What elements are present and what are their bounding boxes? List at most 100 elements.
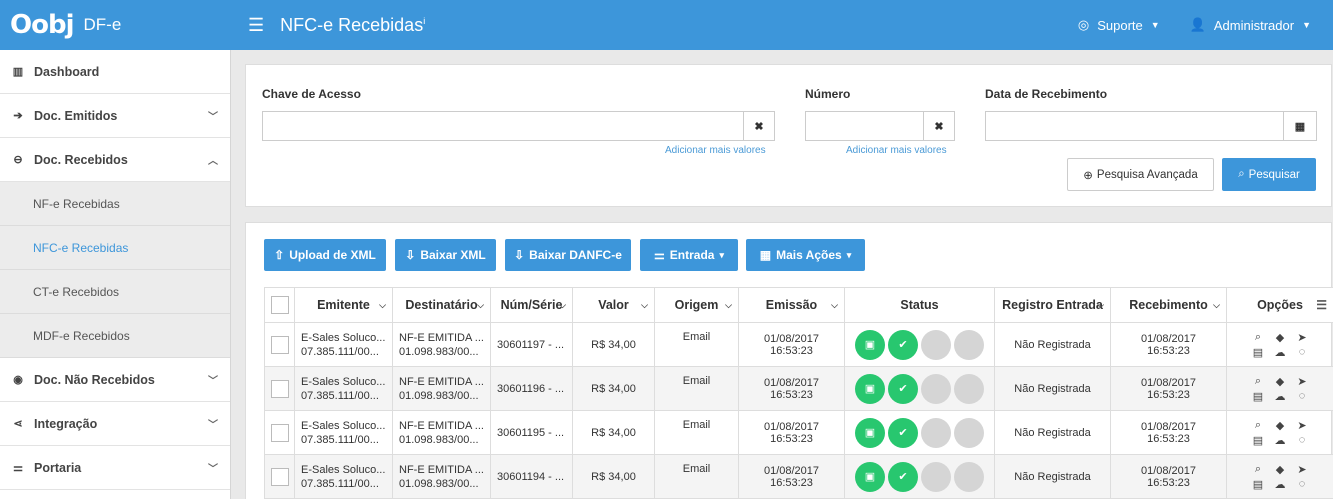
document-status-icon[interactable]: ▣ xyxy=(855,461,885,492)
sidebar-item-doc-emitidos[interactable]: ➔ Doc. Emitidos ﹀ xyxy=(0,94,230,138)
clear-numero-button[interactable]: ✖ xyxy=(923,111,955,141)
col-emissao[interactable]: Emissão ⌵ xyxy=(738,287,845,323)
table-row[interactable]: E-Sales Soluco... 07.385.111/00... NF-E E… xyxy=(264,366,1333,411)
send-icon[interactable]: ➤ xyxy=(1291,419,1313,432)
numero-add-more-link[interactable]: Adicionar mais valores xyxy=(846,145,947,156)
document-status-icon[interactable]: ▣ xyxy=(855,417,885,448)
chave-add-more-link[interactable]: Adicionar mais valores xyxy=(665,145,766,156)
recebimento-cell: 01/08/2017 16:53:23 xyxy=(1110,410,1227,455)
tags-icon[interactable]: ◆ xyxy=(1269,463,1291,476)
table-row[interactable]: E-Sales Soluco... 07.385.111/00... NF-E E… xyxy=(264,410,1333,455)
comment-icon[interactable]: ◌ xyxy=(1291,346,1313,359)
destinatario-cell: NF-E EMITIDA ... 01.098.983/00... xyxy=(392,410,491,455)
results-panel: ⇧ Upload de XML ⇩ Baixar XML ⇩ Baixar DANFC… xyxy=(245,222,1333,499)
registro-entrada-cell: Não Registrada xyxy=(994,366,1111,411)
map-icon[interactable]: ▤ xyxy=(1247,478,1269,491)
row-checkbox[interactable] xyxy=(270,379,289,398)
sidebar-item-integracao[interactable]: ⋖ Integração ﹀ xyxy=(0,402,230,446)
chave-input[interactable] xyxy=(262,111,744,141)
send-icon[interactable]: ➤ xyxy=(1291,375,1313,388)
document-status-icon[interactable]: ▣ xyxy=(855,373,885,404)
check-status-icon[interactable]: ✔ xyxy=(888,329,918,360)
search-icon[interactable]: ⌕ xyxy=(1247,419,1269,432)
search-icon[interactable]: ⌕ xyxy=(1247,331,1269,344)
search-button[interactable]: ⌕ Pesquisar xyxy=(1222,158,1316,191)
col-registro-entrada[interactable]: Registro Entrada ⌵ xyxy=(994,287,1111,323)
send-icon[interactable]: ➤ xyxy=(1291,463,1313,476)
tags-icon[interactable]: ◆ xyxy=(1269,331,1291,344)
row-select-cell[interactable] xyxy=(264,410,295,455)
column-menu-icon[interactable]: ☰ xyxy=(1316,298,1327,312)
data-recebimento-input[interactable] xyxy=(985,111,1284,141)
sidebar-subitem-mdfe-recebidos[interactable]: MDF-e Recebidos xyxy=(0,314,230,358)
select-all-checkbox[interactable] xyxy=(270,296,289,314)
col-destinatario[interactable]: Destinatário ⌵ xyxy=(392,287,491,323)
comment-icon[interactable]: ◌ xyxy=(1291,390,1313,403)
opcoes-cell: ⌕ ◆ ➤ ▤ ☁ ◌ xyxy=(1226,366,1333,411)
col-origem[interactable]: Origem ⌵ xyxy=(654,287,739,323)
check-status-icon[interactable]: ✔ xyxy=(888,461,918,492)
sort-icon[interactable]: ⌵ xyxy=(477,300,484,311)
comment-icon[interactable]: ◌ xyxy=(1291,478,1313,491)
numero-input[interactable] xyxy=(805,111,924,141)
support-menu[interactable]: ◎ Suporte ▼ xyxy=(1078,17,1160,33)
row-select-cell[interactable] xyxy=(264,454,295,499)
col-emitente[interactable]: Emitente ⌵ xyxy=(294,287,393,323)
row-select-cell[interactable] xyxy=(264,366,295,411)
search-icon[interactable]: ⌕ xyxy=(1247,375,1269,388)
brand[interactable]: Oobj DF-e xyxy=(0,0,230,50)
info-icon[interactable]: i xyxy=(423,16,425,26)
clear-chave-button[interactable]: ✖ xyxy=(743,111,775,141)
cloud-download-icon[interactable]: ☁ xyxy=(1269,346,1291,359)
row-select-cell[interactable] xyxy=(264,322,295,367)
sort-icon[interactable]: ⌵ xyxy=(379,300,386,311)
sidebar-subitem-nfce-recebidas[interactable]: NFC-e Recebidas xyxy=(0,226,230,270)
col-recebimento[interactable]: Recebimento ⌵ xyxy=(1110,287,1227,323)
advanced-search-button[interactable]: ⊕ Pesquisa Avançada xyxy=(1067,158,1214,191)
map-icon[interactable]: ▤ xyxy=(1247,346,1269,359)
calendar-button[interactable]: ▦ xyxy=(1283,111,1317,141)
cloud-download-icon[interactable]: ☁ xyxy=(1269,390,1291,403)
comment-icon[interactable]: ◌ xyxy=(1291,434,1313,447)
sidebar-subitem-cte-recebidos[interactable]: CT-e Recebidos xyxy=(0,270,230,314)
entrada-dropdown-button[interactable]: ⚌ Entrada ▾ xyxy=(640,239,738,271)
search-icon[interactable]: ⌕ xyxy=(1247,463,1269,476)
col-num-serie[interactable]: Núm/Série ⌵ xyxy=(490,287,573,323)
sort-icon[interactable]: ⌵ xyxy=(725,300,732,311)
dot-circle-icon: ◉ xyxy=(13,374,23,386)
row-checkbox[interactable] xyxy=(270,423,289,442)
document-status-icon[interactable]: ▣ xyxy=(855,329,885,360)
sidebar-subitem-nfe-recebidas[interactable]: NF-e Recebidas xyxy=(0,182,230,226)
check-status-icon[interactable]: ✔ xyxy=(888,373,918,404)
col-valor[interactable]: Valor ⌵ xyxy=(572,287,655,323)
send-icon[interactable]: ➤ xyxy=(1291,331,1313,344)
baixar-xml-button[interactable]: ⇩ Baixar XML xyxy=(395,239,496,271)
row-checkbox[interactable] xyxy=(270,335,289,354)
sort-icon[interactable]: ⌵ xyxy=(1213,300,1220,311)
tags-icon[interactable]: ◆ xyxy=(1269,419,1291,432)
sidebar-item-doc-nao-recebidos[interactable]: ◉ Doc. Não Recebidos ﹀ xyxy=(0,358,230,402)
map-icon[interactable]: ▤ xyxy=(1247,390,1269,403)
cloud-download-icon[interactable]: ☁ xyxy=(1269,478,1291,491)
mais-acoes-dropdown-button[interactable]: ▦ Mais Ações ▾ xyxy=(746,239,865,271)
sidebar-item-dashboard[interactable]: ▥ Dashboard xyxy=(0,50,230,94)
select-all-cell[interactable] xyxy=(264,287,295,323)
sidebar-item-portaria[interactable]: ⚌ Portaria ﹀ xyxy=(0,446,230,490)
check-status-icon[interactable]: ✔ xyxy=(888,417,918,448)
table-row[interactable]: E-Sales Soluco... 07.385.111/00... NF-E E… xyxy=(264,322,1333,367)
tags-icon[interactable]: ◆ xyxy=(1269,375,1291,388)
sort-icon[interactable]: ⌵ xyxy=(559,300,566,311)
sort-icon[interactable]: ⌵ xyxy=(1097,300,1104,311)
cloud-download-icon[interactable]: ☁ xyxy=(1269,434,1291,447)
hamburger-menu-icon[interactable]: ☰ xyxy=(248,15,264,36)
sidebar-item-doc-recebidos[interactable]: ⊖ Doc. Recebidos ︿ xyxy=(0,138,230,182)
upload-xml-button[interactable]: ⇧ Upload de XML xyxy=(264,239,386,271)
row-checkbox[interactable] xyxy=(270,467,289,486)
chevron-down-icon: ▾ xyxy=(846,249,852,260)
map-icon[interactable]: ▤ xyxy=(1247,434,1269,447)
sort-icon[interactable]: ⌵ xyxy=(641,300,648,311)
user-menu[interactable]: 👤 Administrador ▼ xyxy=(1190,17,1311,33)
sort-icon[interactable]: ⌵ xyxy=(831,300,838,311)
baixar-danfce-button[interactable]: ⇩ Baixar DANFC-e xyxy=(505,239,631,271)
table-row[interactable]: E-Sales Soluco... 07.385.111/00... NF-E E… xyxy=(264,454,1333,499)
